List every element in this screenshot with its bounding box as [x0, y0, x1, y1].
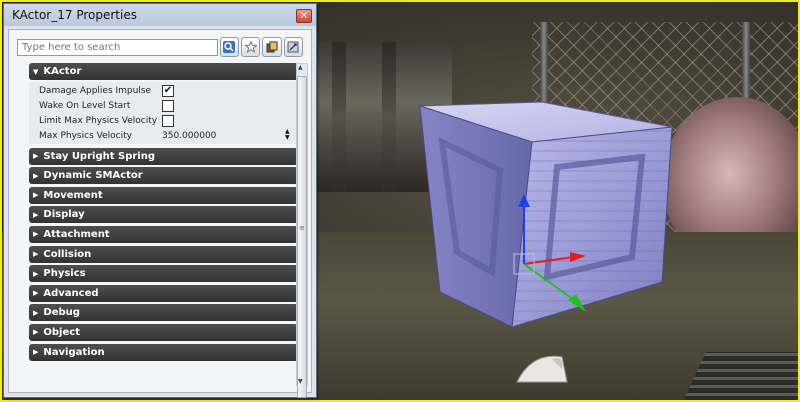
category-label: KActor [43, 66, 82, 77]
category-header-physics[interactable]: ▶ Physics [29, 265, 298, 283]
wake-on-level-start-checkbox[interactable] [162, 99, 174, 112]
expanded-arrow-icon: ▼ [33, 67, 39, 76]
properties-window[interactable]: KActor_17 Properties × Type here to sear… [3, 3, 317, 398]
window-title: KActor_17 Properties [12, 8, 137, 22]
category-header-dynamic-smactor[interactable]: ▶ Dynamic SMActor [29, 167, 298, 185]
collapsed-arrow-icon: ▶ [33, 230, 39, 239]
category-header-display[interactable]: ▶ Display [29, 206, 298, 224]
vertical-scrollbar[interactable]: ▲ ≡ ▼ [296, 63, 308, 398]
collapsed-arrow-icon: ▶ [33, 348, 39, 357]
property-label: Limit Max Physics Velocity [39, 115, 158, 126]
category-label: Collision [43, 248, 92, 260]
favorites-button[interactable] [241, 37, 261, 57]
search-toolbar [17, 36, 303, 58]
collapsed-arrow-icon: ▶ [33, 328, 39, 337]
category-label: Navigation [43, 346, 105, 358]
settings-button[interactable] [283, 37, 303, 57]
category-label: Movement [43, 189, 103, 201]
value-spinner[interactable]: ▲ ▼ [285, 128, 290, 141]
property-row: Limit Max Physics Velocity [29, 114, 298, 129]
property-row: Wake On Level Start [29, 99, 298, 114]
spinner-down-icon[interactable]: ▼ [285, 134, 290, 141]
damage-applies-impulse-checkbox[interactable]: ✔ [162, 84, 174, 97]
collapsed-arrow-icon: ▶ [33, 308, 39, 317]
category-label: Dynamic SMActor [43, 170, 143, 182]
scrollbar-thumb[interactable]: ≡ [297, 76, 307, 398]
collapsed-arrow-icon: ▶ [33, 171, 39, 180]
category-header-navigation[interactable]: ▶ Navigation [29, 343, 298, 361]
category-label: Display [43, 209, 85, 221]
collapsed-categories: ▶ Stay Upright Spring ▶ Dynamic SMActor ▶ Mov… [29, 147, 298, 361]
close-button[interactable]: × [296, 9, 312, 23]
category-header-stay-upright-spring[interactable]: ▶ Stay Upright Spring [29, 147, 298, 165]
collapsed-arrow-icon: ▶ [33, 250, 39, 259]
category-list: ▼ KActor Damage Applies Impulse ✔ Wake O… [29, 63, 298, 386]
collapsed-arrow-icon: ▶ [33, 289, 39, 298]
search-icon [223, 41, 236, 53]
scroll-up-icon[interactable]: ▲ [298, 64, 303, 71]
collapsed-arrow-icon: ▶ [33, 210, 39, 219]
category-header-object[interactable]: ▶ Object [29, 323, 298, 341]
max-physics-velocity-value[interactable]: 350.000000 [162, 131, 216, 141]
search-button[interactable] [219, 37, 239, 57]
property-label: Damage Applies Impulse [39, 85, 152, 96]
kactor-properties: Damage Applies Impulse ✔ Wake On Level S… [29, 81, 298, 144]
scroll-down-icon[interactable]: ▼ [298, 378, 303, 385]
page-curl-icon[interactable] [512, 347, 572, 387]
window-titlebar[interactable]: KActor_17 Properties [4, 4, 316, 26]
category-header-movement[interactable]: ▶ Movement [29, 186, 298, 204]
property-label: Wake On Level Start [39, 100, 131, 111]
properties-body: ▼ KActor Damage Applies Impulse ✔ Wake O… [8, 29, 312, 398]
category-header-attachment[interactable]: ▶ Attachment [29, 225, 298, 243]
copy-icon [266, 41, 278, 53]
category-header-kactor[interactable]: ▼ KActor [29, 63, 298, 80]
category-header-collision[interactable]: ▶ Collision [29, 245, 298, 263]
category-label: Stay Upright Spring [43, 150, 155, 162]
favorites-star-icon [244, 41, 257, 53]
scrollbar-grip-icon: ≡ [299, 224, 305, 232]
category-label: Physics [43, 268, 86, 280]
limit-max-physics-velocity-checkbox[interactable] [162, 114, 174, 127]
property-label: Max Physics Velocity [39, 130, 132, 141]
category-label: Attachment [43, 228, 110, 240]
category-label: Debug [43, 307, 80, 319]
collapsed-arrow-icon: ▶ [33, 152, 39, 161]
property-row: Damage Applies Impulse ✔ [29, 84, 298, 99]
category-label: Advanced [43, 287, 99, 299]
category-header-advanced[interactable]: ▶ Advanced [29, 284, 298, 302]
crate-wood-grain [512, 127, 672, 327]
category-header-debug[interactable]: ▶ Debug [29, 304, 298, 322]
category-label: Object [43, 326, 80, 338]
property-row: Max Physics Velocity 350.000000 ▲ ▼ [29, 128, 298, 144]
collapsed-arrow-icon: ▶ [33, 269, 39, 278]
search-input[interactable] [17, 38, 218, 56]
collapsed-arrow-icon: ▶ [33, 191, 39, 200]
settings-icon [287, 41, 299, 53]
copy-button[interactable] [262, 37, 282, 57]
